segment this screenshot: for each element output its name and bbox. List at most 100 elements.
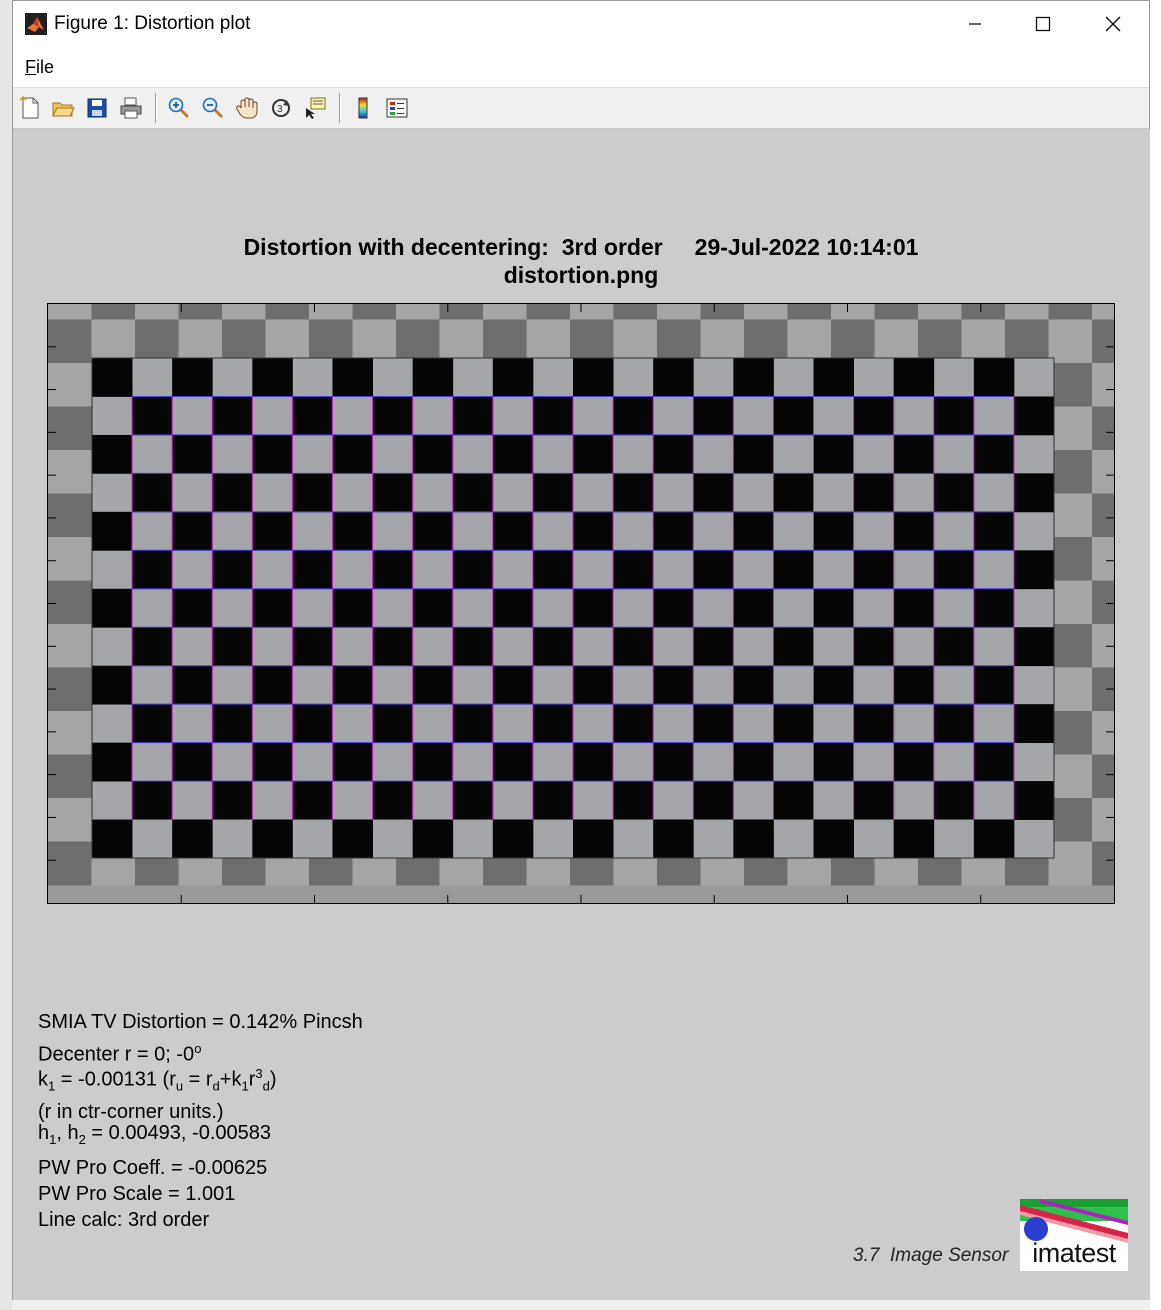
- zoom-out-button[interactable]: [199, 94, 227, 122]
- chart-dark-square: [813, 511, 854, 551]
- chart-dark-square: [212, 396, 253, 436]
- outer-checker-square: [831, 304, 875, 320]
- title-bar[interactable]: Figure 1: Distortion plot: [13, 1, 1149, 47]
- outer-checker-square: [1048, 537, 1093, 581]
- chart-dark-square: [492, 665, 534, 705]
- outer-checker-square: [265, 319, 310, 364]
- chart-dark-square: [172, 588, 213, 628]
- chart-dark-square: [492, 434, 534, 474]
- chart-dark-square: [613, 781, 654, 820]
- outer-checker-square: [570, 304, 614, 320]
- outer-checker-square: [831, 319, 875, 364]
- zoom-in-icon: [168, 97, 190, 119]
- maximize-button[interactable]: [1011, 1, 1075, 47]
- chart-dark-square: [132, 627, 173, 667]
- chart-dark-square: [252, 742, 293, 782]
- chart-dark-square: [92, 742, 133, 782]
- chart-dark-square: [372, 396, 414, 436]
- rotate-3d-button[interactable]: 3: [267, 94, 295, 122]
- checkerboard-image: [48, 304, 1114, 903]
- chart-dark-square: [773, 473, 814, 513]
- outer-checker-square: [1048, 450, 1093, 494]
- chart-dark-square: [492, 819, 534, 859]
- chart-dark-square: [813, 434, 854, 474]
- chart-dark-square: [292, 781, 333, 820]
- chart-dark-square: [492, 588, 534, 628]
- colorbar-button[interactable]: [349, 94, 377, 122]
- distortion-image-axes[interactable]: [47, 303, 1115, 904]
- outer-checker-square: [744, 304, 788, 320]
- chart-dark-square: [172, 819, 213, 859]
- chart-dark-square: [332, 358, 373, 397]
- outer-checker-square: [396, 304, 440, 320]
- outer-checker-square: [352, 319, 397, 364]
- legend-button[interactable]: [383, 94, 411, 122]
- chart-dark-square: [532, 704, 574, 744]
- outer-checker-square: [613, 304, 658, 320]
- outer-checker-square: [48, 406, 92, 451]
- chart-dark-square: [973, 665, 1015, 705]
- data-cursor-button[interactable]: [301, 94, 329, 122]
- outer-checker-square: [483, 319, 527, 364]
- outer-checker-square: [918, 319, 962, 364]
- chart-dark-square: [452, 781, 494, 820]
- chart-dark-square: [292, 550, 333, 590]
- chart-dark-square: [372, 781, 414, 820]
- outer-checker-square: [1048, 363, 1093, 407]
- outer-checker-square: [1048, 493, 1093, 538]
- chart-dark-square: [893, 665, 935, 705]
- chart-dark-square: [452, 627, 494, 667]
- outer-checker-square: [91, 304, 136, 320]
- pan-icon: [236, 97, 258, 119]
- outer-checker-square: [1092, 319, 1114, 364]
- chart-dark-square: [773, 550, 814, 590]
- outer-checker-square: [1048, 798, 1093, 842]
- open-file-icon: [52, 102, 75, 117]
- chart-dark-square: [532, 396, 574, 436]
- h-coefficients: h1, h2 = 0.00493, -0.00583: [38, 1122, 271, 1147]
- print-button[interactable]: [117, 94, 145, 122]
- imatest-logo: imatest: [1020, 1199, 1128, 1271]
- chart-dark-square: [613, 704, 654, 744]
- r-units-note: (r in ctr-corner units.): [38, 1101, 224, 1123]
- zoom-out-icon: [202, 97, 224, 119]
- chart-dark-square: [573, 819, 614, 859]
- chart-dark-square: [372, 627, 414, 667]
- chart-dark-square: [1013, 396, 1055, 436]
- outer-checker-square: [961, 319, 1006, 364]
- chart-dark-square: [973, 358, 1015, 397]
- menu-file[interactable]: File: [25, 57, 54, 78]
- save-button[interactable]: [83, 94, 111, 122]
- open-file-button[interactable]: [49, 94, 77, 122]
- new-figure-button[interactable]: [16, 94, 44, 122]
- chart-dark-square: [813, 819, 854, 859]
- chart-dark-square: [813, 742, 854, 782]
- chart-dark-square: [292, 396, 333, 436]
- outer-checker-square: [91, 319, 136, 364]
- outer-checker-square: [48, 754, 92, 799]
- rotate-3d-icon: 3: [272, 99, 290, 117]
- minimize-button[interactable]: [943, 1, 1007, 47]
- chart-dark-square: [853, 627, 895, 667]
- chart-dark-square: [172, 511, 213, 551]
- maximize-icon: [1035, 16, 1051, 32]
- pan-button[interactable]: [233, 94, 261, 122]
- chart-dark-square: [92, 665, 133, 705]
- chart-dark-square: [573, 434, 614, 474]
- chart-dark-square: [492, 358, 534, 397]
- chart-dark-square: [172, 742, 213, 782]
- close-button[interactable]: [1081, 1, 1145, 47]
- background-window-right: [1150, 0, 1161, 1310]
- outer-checker-square: [48, 798, 92, 842]
- outer-checker-square: [135, 319, 179, 364]
- chart-dark-square: [613, 550, 654, 590]
- outer-checker-square: [439, 304, 484, 320]
- chart-dark-square: [92, 358, 133, 397]
- imatest-version-label: 3.7 Image Sensor: [853, 1245, 1009, 1266]
- outer-checker-square: [526, 304, 571, 320]
- chart-dark-square: [653, 742, 694, 782]
- imatest-logo-text: imatest: [1032, 1238, 1116, 1268]
- chart-dark-square: [653, 819, 694, 859]
- zoom-in-button[interactable]: [165, 94, 193, 122]
- chart-dark-square: [332, 742, 373, 782]
